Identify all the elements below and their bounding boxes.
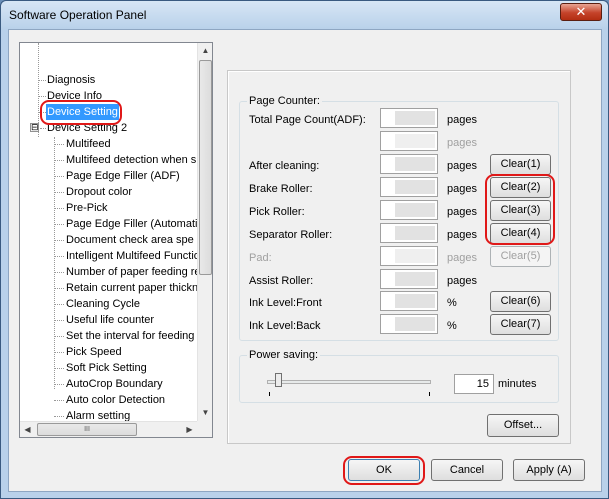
scroll-down-icon[interactable]: ▼ (198, 405, 212, 420)
power-saving-unit: minutes (498, 378, 537, 390)
brake-roller-unit: pages (447, 183, 477, 195)
pick-roller-label: Pick Roller: (249, 206, 305, 218)
pick-roller-unit: pages (447, 206, 477, 218)
after-cleaning-unit: pages (447, 160, 477, 172)
clear-after-cleaning-button[interactable]: Clear(1) (490, 154, 551, 175)
scrollbar-corner (197, 421, 212, 437)
separator-roller-unit: pages (447, 229, 477, 241)
clear-separator-roller-button[interactable]: Clear(4) (490, 223, 551, 244)
scroll-up-icon[interactable]: ▲ (198, 43, 212, 58)
tree-vertical-scrollbar[interactable]: ▲ ▼ (197, 43, 212, 421)
clear-brake-roller-button[interactable]: Clear(2) (490, 177, 551, 198)
brake-roller-value (380, 177, 438, 197)
tree-horizontal-scrollbar[interactable]: ◀ III ▶ (20, 421, 197, 437)
after-cleaning-value (380, 154, 438, 174)
clear-ink-back-button[interactable]: Clear(7) (490, 314, 551, 335)
ink-level-front-unit: % (447, 297, 457, 309)
tree-content: Diagnosis Device Info Device Setting ⊟ D… (20, 43, 197, 421)
brake-roller-label: Brake Roller: (249, 183, 313, 195)
scroll-right-icon[interactable]: ▶ (182, 422, 197, 437)
horizontal-scroll-thumb[interactable]: III (37, 423, 137, 436)
ink-level-back-label: Ink Level:Back (249, 320, 321, 332)
clear-pick-roller-button[interactable]: Clear(3) (490, 200, 551, 221)
title-bar[interactable]: Software Operation Panel ✕ (1, 1, 608, 29)
scroll-left-icon[interactable]: ◀ (20, 422, 35, 437)
software-operation-panel-window: Software Operation Panel ✕ Diagnosis Dev… (0, 0, 609, 499)
cancel-button[interactable]: Cancel (431, 459, 503, 481)
pad-value (380, 246, 438, 266)
clear-ink-front-button[interactable]: Clear(6) (490, 291, 551, 312)
total-page-count-value (380, 108, 438, 128)
collapse-icon[interactable]: ⊟ (30, 123, 39, 132)
clear-pad-button[interactable]: Clear(5) (490, 246, 551, 267)
assist-roller-value (380, 269, 438, 289)
pad-label: Pad: (249, 252, 272, 264)
assist-roller-label: Assist Roller: (249, 275, 314, 287)
settings-tree[interactable]: Diagnosis Device Info Device Setting ⊟ D… (19, 42, 213, 438)
ink-level-back-value (380, 314, 438, 334)
total-page-count-unit: pages (447, 114, 477, 126)
power-saving-slider-track[interactable] (267, 380, 431, 384)
power-saving-minutes-input[interactable]: 15 (454, 374, 494, 394)
total-page-count-label: Total Page Count(ADF): (249, 114, 366, 126)
power-saving-title: Power saving: (247, 349, 321, 361)
pad-unit: pages (447, 252, 477, 264)
secondary-page-count-value (380, 131, 438, 151)
assist-roller-unit: pages (447, 275, 477, 287)
secondary-page-count-unit: pages (447, 137, 477, 149)
pick-roller-value (380, 200, 438, 220)
apply-button[interactable]: Apply (A) (513, 459, 585, 481)
ink-level-front-value (380, 291, 438, 311)
ok-button[interactable]: OK (348, 459, 420, 481)
ink-level-back-unit: % (447, 320, 457, 332)
after-cleaning-label: After cleaning: (249, 160, 320, 172)
close-icon: ✕ (575, 4, 587, 19)
window-title: Software Operation Panel (9, 8, 147, 22)
ink-level-front-label: Ink Level:Front (249, 297, 322, 309)
slider-tick-max (429, 392, 430, 396)
separator-roller-label: Separator Roller: (249, 229, 333, 241)
offset-button[interactable]: Offset... (487, 414, 559, 437)
page-counter-title: Page Counter: (247, 95, 322, 107)
slider-tick-min (269, 392, 270, 396)
separator-roller-value (380, 223, 438, 243)
vertical-scroll-thumb[interactable] (199, 60, 212, 275)
close-button[interactable]: ✕ (560, 3, 602, 21)
power-saving-slider-thumb[interactable] (275, 373, 282, 387)
